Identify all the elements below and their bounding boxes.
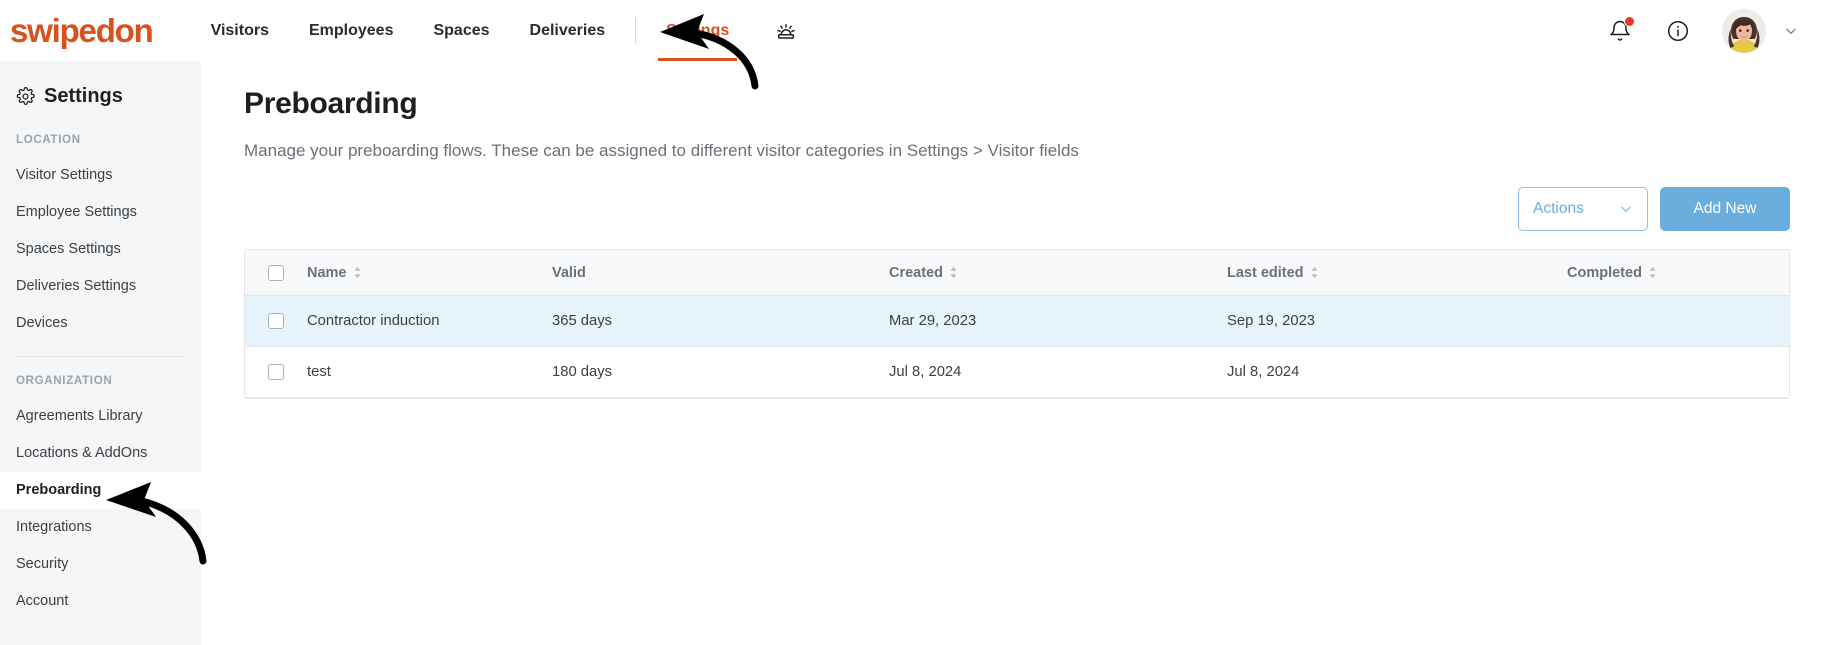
nav-link-employees[interactable]: Employees [289,0,413,61]
gear-icon [16,87,35,105]
select-all-cell [245,264,307,281]
sort-icon [1649,266,1656,279]
cell-name: Contractor induction [307,313,440,329]
column-header-last-edited[interactable]: Last edited [1227,265,1567,281]
nav-link-deliveries[interactable]: Deliveries [510,0,626,61]
main-content: Preboarding Manage your preboarding flow… [201,61,1822,645]
sidebar-group-label-organization: ORGANIZATION [16,375,113,388]
siren-icon[interactable] [773,18,799,44]
sort-icon [1310,266,1318,279]
chevron-down-icon [1621,206,1631,212]
swipedon-logo[interactable]: swipedon [10,14,154,47]
sidebar-item-visitor-settings[interactable]: Visitor Settings [0,157,201,194]
sort-icon [950,266,957,279]
column-header-last-edited-label: Last edited [1227,264,1304,281]
user-avatar[interactable] [1722,8,1766,53]
sidebar-heading: Settings [0,85,201,108]
actions-button-label: Actions [1533,200,1584,217]
sidebar-item-deliveries-settings[interactable]: Deliveries Settings [0,268,201,305]
table-header-row: Name Valid Created Last edited Completed [245,250,1789,296]
cell-created: Mar 29, 2023 [889,313,977,329]
sidebar-item-employee-settings[interactable]: Employee Settings [0,194,201,231]
column-header-created[interactable]: Created [889,265,1227,281]
notification-badge-dot [1624,15,1635,27]
sort-icon [353,266,361,279]
row-checkbox[interactable] [268,313,284,329]
cell-created: Jul 8, 2024 [889,364,962,380]
nav-right-cluster [1606,8,1798,53]
cell-last-edited: Jul 8, 2024 [1227,364,1300,380]
column-header-name-label: Name [307,264,347,281]
sidebar-item-security[interactable]: Security [0,546,201,583]
top-navigation-bar: swipedon Visitors Employees Spaces Deliv… [0,0,1822,61]
row-checkbox[interactable] [268,364,284,380]
nav-link-spaces[interactable]: Spaces [413,0,509,61]
cell-last-edited: Sep 19, 2023 [1227,313,1316,329]
add-new-button[interactable]: Add New [1660,187,1790,231]
column-header-name[interactable]: Name [307,265,552,281]
primary-nav: Visitors Employees Spaces Deliveries Set… [191,0,750,61]
sidebar-item-devices[interactable]: Devices [0,305,201,342]
sidebar-item-account[interactable]: Account [0,583,201,620]
column-header-valid: Valid [552,265,889,281]
sidebar-divider [16,356,185,358]
row-select-cell [245,364,307,380]
toolbar: Actions Add New [244,187,1790,231]
preboarding-table: Name Valid Created Last edited Completed [244,249,1790,399]
sidebar-item-preboarding[interactable]: Preboarding [0,472,201,510]
cell-valid: 365 days [552,313,613,329]
table-row[interactable]: Contractor induction 365 days Mar 29, 20… [245,296,1789,347]
page-description: Manage your preboarding flows. These can… [244,141,1079,160]
nav-divider [635,17,637,44]
row-select-cell [245,313,307,329]
sidebar-title-label: Settings [44,85,123,107]
cell-valid: 180 days [552,364,613,380]
page-body: Settings LOCATION Visitor Settings Emplo… [0,61,1822,645]
column-header-completed-label: Completed [1567,264,1642,281]
settings-sidebar: Settings LOCATION Visitor Settings Emplo… [0,61,201,645]
info-circle-icon[interactable] [1664,17,1692,45]
sidebar-item-spaces-settings[interactable]: Spaces Settings [0,231,201,268]
nav-link-settings[interactable]: Settings [646,0,749,61]
column-header-valid-label: Valid [552,264,586,281]
table-row[interactable]: test 180 days Jul 8, 2024 Jul 8, 2024 [245,347,1789,398]
sidebar-item-locations-addons[interactable]: Locations & AddOns [0,435,201,472]
select-all-checkbox[interactable] [268,264,284,281]
account-chevron-down-icon[interactable] [1784,24,1798,38]
column-header-completed[interactable]: Completed [1567,265,1789,281]
sidebar-item-agreements-library[interactable]: Agreements Library [0,398,201,435]
actions-button[interactable]: Actions [1518,187,1648,231]
notifications-button[interactable] [1606,15,1635,45]
sidebar-group-label-location: LOCATION [16,134,81,146]
page-title: Preboarding [244,87,418,120]
column-header-created-label: Created [889,264,943,281]
cell-name: test [307,364,331,380]
nav-link-visitors[interactable]: Visitors [191,0,289,61]
sidebar-item-integrations[interactable]: Integrations [0,509,201,546]
